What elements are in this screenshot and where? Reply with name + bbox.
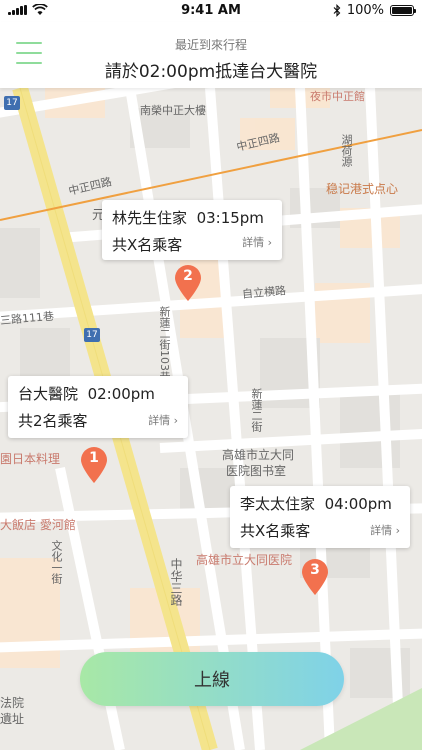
route-17-sign: 17: [84, 328, 100, 342]
map-pin-2[interactable]: 2: [174, 264, 202, 302]
page-title: 請於02:00pm抵達台大醫院: [104, 62, 318, 82]
go-online-button[interactable]: 上線: [80, 652, 344, 706]
detail-link[interactable]: 詳情 ›: [148, 412, 178, 428]
status-right: 100%: [333, 3, 416, 18]
map-label: 湖荷源: [340, 134, 353, 167]
battery-icon: [390, 5, 416, 16]
map-pin-1[interactable]: 1: [80, 446, 108, 484]
trip-card-3[interactable]: 林先生住家 03:15pm 共X名乘客 詳情 ›: [102, 200, 282, 260]
map-label: 夜市中正館: [310, 90, 365, 103]
map-label: 新蓮二街103巷: [158, 306, 171, 382]
map-label: 法院: [0, 696, 25, 710]
map-view[interactable]: 南榮中正大樓 夜市中正館 中正四路 中正四路 湖荷源 稳记港式点心 自立横路 新…: [0, 88, 422, 750]
map-label: 新蓮二街: [250, 388, 263, 432]
map-label: 高雄市立大同医院: [196, 553, 293, 567]
header-subtitle: 最近到來行程: [174, 38, 247, 52]
map-label: 南榮中正大樓: [140, 104, 206, 117]
map-label: 高雄市立大同: [222, 448, 295, 462]
map-label: 文化一街: [50, 540, 63, 584]
detail-link[interactable]: 詳情 ›: [370, 522, 400, 538]
map-label: 遺址: [0, 712, 25, 726]
map-label: 医院图书室: [226, 464, 287, 478]
map-label: 稳记港式点心: [326, 182, 399, 196]
trip-card-1[interactable]: 台大醫院 02:00pm 共2名乘客 詳情 ›: [8, 376, 188, 438]
trip-name: 林先生住家 03:15pm: [112, 209, 264, 227]
map-label: 中华三路: [169, 558, 183, 606]
map-label: 園日本料理: [0, 452, 61, 466]
map-label: 大飯店 愛河館: [0, 518, 76, 532]
status-bar: 9:41 AM 100%: [0, 0, 422, 22]
trip-card-2[interactable]: 李太太住家 04:00pm 共X名乘客 詳情 ›: [230, 486, 410, 548]
map-pin-3[interactable]: 3: [301, 558, 329, 596]
detail-link[interactable]: 詳情 ›: [242, 234, 272, 250]
bluetooth-icon: [333, 4, 341, 17]
header: 最近到來行程 請於02:00pm抵達台大醫院: [0, 22, 422, 88]
battery-percent: 100%: [346, 3, 384, 18]
route-17-sign: 17: [4, 96, 20, 110]
trip-name: 李太太住家 04:00pm: [240, 495, 392, 513]
trip-name: 台大醫院 02:00pm: [18, 385, 155, 403]
